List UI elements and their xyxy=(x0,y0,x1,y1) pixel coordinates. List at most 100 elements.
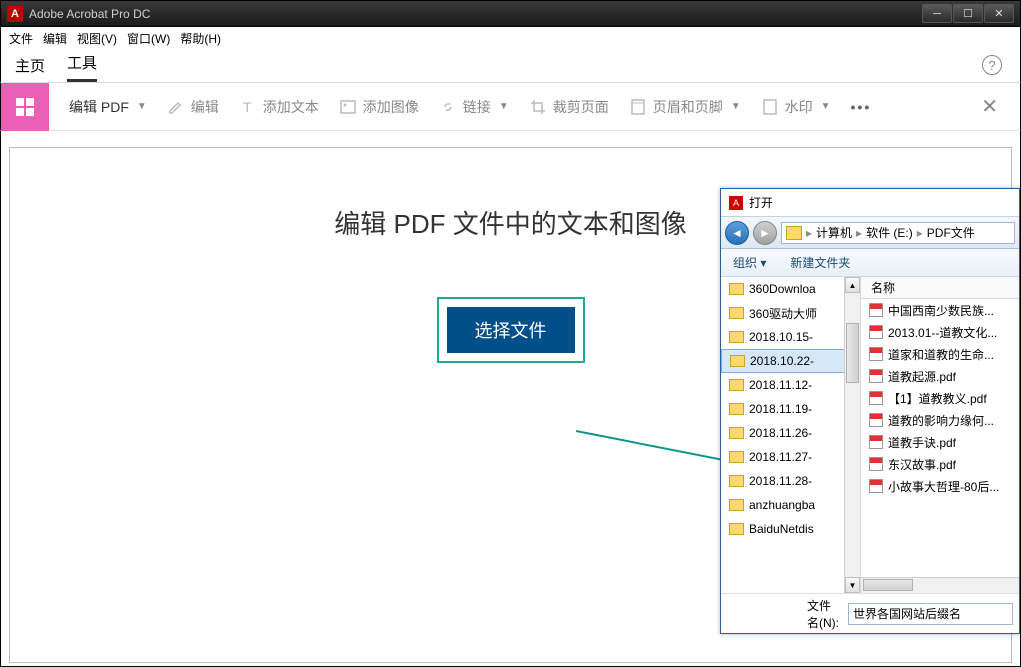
folder-item[interactable]: 2018.10.22- xyxy=(721,349,860,373)
choose-file-highlight: 选择文件 xyxy=(437,297,585,363)
pencil-icon xyxy=(167,98,185,116)
acrobat-icon: A xyxy=(7,6,23,22)
maximize-button[interactable]: ☐ xyxy=(953,4,983,23)
file-item[interactable]: 小故事大哲理-80后... xyxy=(861,475,1019,497)
folder-label: 2018.11.26- xyxy=(749,426,812,440)
svg-text:T: T xyxy=(243,99,252,115)
file-item[interactable]: 道家和道教的生命... xyxy=(861,343,1019,365)
nav-back-button[interactable]: ◄ xyxy=(725,221,749,245)
folder-label: 2018.11.28- xyxy=(749,474,812,488)
crop-icon xyxy=(529,98,547,116)
file-item[interactable]: 【1】道教教义.pdf xyxy=(861,387,1019,409)
toolbar-header-footer[interactable]: 页眉和页脚▼ xyxy=(629,97,741,117)
menu-file[interactable]: 文件 xyxy=(9,30,33,47)
breadcrumb[interactable]: ▸ 计算机 ▸ 软件 (E:) ▸ PDF文件 xyxy=(781,222,1015,244)
window-title: Adobe Acrobat Pro DC xyxy=(29,7,150,21)
file-label: 道教的影响力缘何... xyxy=(888,412,994,429)
file-item[interactable]: 道教手诀.pdf xyxy=(861,431,1019,453)
nav-forward-button[interactable]: ► xyxy=(753,221,777,245)
toolbar-more[interactable]: ••• xyxy=(851,99,872,115)
organize-button[interactable]: 组织 ▾ xyxy=(733,254,766,271)
scroll-thumb[interactable] xyxy=(863,579,913,591)
folder-item[interactable]: 2018.11.26- xyxy=(721,421,860,445)
dialog-toolbar: 组织 ▾ 新建文件夹 xyxy=(721,249,1019,277)
new-folder-button[interactable]: 新建文件夹 xyxy=(790,254,850,271)
scrollbar-horizontal[interactable] xyxy=(861,577,1019,593)
file-open-dialog: A 打开 ◄ ► ▸ 计算机 ▸ 软件 (E:) ▸ PDF文件 组织 ▾ 新建… xyxy=(720,188,1020,634)
scroll-down-button[interactable]: ▼ xyxy=(845,577,860,593)
watermark-icon xyxy=(761,98,779,116)
folder-icon xyxy=(729,451,744,463)
folder-label: 2018.11.12- xyxy=(749,378,812,392)
dialog-titlebar[interactable]: A 打开 xyxy=(721,189,1019,217)
file-item[interactable]: 东汉故事.pdf xyxy=(861,453,1019,475)
folder-label: 360Downloa xyxy=(749,282,816,296)
scroll-up-button[interactable]: ▲ xyxy=(845,277,860,293)
folder-label: anzhuangba xyxy=(749,498,815,512)
file-label: 中国西南少数民族... xyxy=(888,302,994,319)
folder-item[interactable]: 2018.10.15- xyxy=(721,325,860,349)
menu-help[interactable]: 帮助(H) xyxy=(180,30,221,47)
toolbar-link[interactable]: 链接▼ xyxy=(439,97,509,117)
folder-icon xyxy=(729,403,744,415)
pdf-file-icon xyxy=(869,457,883,471)
folder-item[interactable]: anzhuangba xyxy=(721,493,860,517)
column-header-name[interactable]: 名称 xyxy=(861,277,1019,299)
app-tabs: 主页 工具 ? xyxy=(0,49,1021,83)
folder-icon xyxy=(729,475,744,487)
toolbar-crop[interactable]: 裁剪页面 xyxy=(529,97,609,117)
toolbar-add-text[interactable]: T 添加文本 xyxy=(239,97,319,117)
close-button[interactable]: ✕ xyxy=(984,4,1014,23)
dialog-title: 打开 xyxy=(749,194,773,211)
menu-edit[interactable]: 编辑 xyxy=(43,30,67,47)
tab-home[interactable]: 主页 xyxy=(15,55,45,82)
folder-label: BaiduNetdis xyxy=(749,522,814,536)
file-item[interactable]: 道教的影响力缘何... xyxy=(861,409,1019,431)
file-label: 小故事大哲理-80后... xyxy=(888,478,999,495)
folder-item[interactable]: 2018.11.28- xyxy=(721,469,860,493)
help-icon[interactable]: ? xyxy=(982,55,1002,75)
folder-label: 2018.11.27- xyxy=(749,450,812,464)
pdf-file-icon xyxy=(869,413,883,427)
choose-file-button[interactable]: 选择文件 xyxy=(447,307,575,353)
folder-icon xyxy=(786,226,802,240)
pdf-file-icon xyxy=(869,303,883,317)
file-item[interactable]: 中国西南少数民族... xyxy=(861,299,1019,321)
window-titlebar: A Adobe Acrobat Pro DC ─ ☐ ✕ xyxy=(0,0,1021,27)
file-item[interactable]: 2013.01--道教文化... xyxy=(861,321,1019,343)
toolbar-edit[interactable]: 编辑 xyxy=(167,97,219,117)
file-label: 【1】道教教义.pdf xyxy=(888,390,987,407)
pdf-file-icon xyxy=(869,369,883,383)
link-icon xyxy=(439,98,457,116)
folder-item[interactable]: BaiduNetdis xyxy=(721,517,860,541)
tab-tools[interactable]: 工具 xyxy=(67,52,97,82)
scroll-thumb[interactable] xyxy=(846,323,859,383)
folder-item[interactable]: 360Downloa xyxy=(721,277,860,301)
folder-label: 2018.10.22- xyxy=(750,354,814,368)
minimize-button[interactable]: ─ xyxy=(922,4,952,23)
toolbar-add-image[interactable]: 添加图像 xyxy=(339,97,419,117)
folder-icon xyxy=(729,307,744,319)
file-list[interactable]: 名称 中国西南少数民族... 2013.01--道教文化...道家和道教的生命..… xyxy=(861,277,1019,593)
chevron-down-icon: ▼ xyxy=(731,101,741,112)
menu-view[interactable]: 视图(V) xyxy=(77,30,117,47)
folder-icon xyxy=(729,283,744,295)
menu-window[interactable]: 窗口(W) xyxy=(127,30,170,47)
folder-item[interactable]: 2018.11.19- xyxy=(721,397,860,421)
toolbar-edit-pdf[interactable]: 编辑 PDF▼ xyxy=(69,97,147,117)
file-item[interactable]: 道教起源.pdf xyxy=(861,365,1019,387)
toolbar: 编辑 PDF▼ 编辑 T 添加文本 添加图像 链接▼ 裁剪页面 页眉和页脚▼ 水… xyxy=(0,83,1021,131)
folder-item[interactable]: 2018.11.12- xyxy=(721,373,860,397)
text-icon: T xyxy=(239,98,257,116)
filename-input[interactable] xyxy=(848,603,1013,625)
folder-tree[interactable]: 360Downloa 360驱动大师2018.10.15- 2018.10.22- 2… xyxy=(721,277,861,593)
chevron-down-icon: ▼ xyxy=(821,101,831,112)
close-panel-button[interactable]: ✕ xyxy=(981,94,998,119)
toolbar-watermark[interactable]: 水印▼ xyxy=(761,97,831,117)
folder-icon xyxy=(729,427,744,439)
scrollbar-vertical[interactable]: ▲ ▼ xyxy=(844,277,860,593)
folder-item[interactable]: 2018.11.27- xyxy=(721,445,860,469)
pdf-file-icon xyxy=(869,325,883,339)
page-icon xyxy=(629,98,647,116)
folder-item[interactable]: 360驱动大师 xyxy=(721,301,860,325)
